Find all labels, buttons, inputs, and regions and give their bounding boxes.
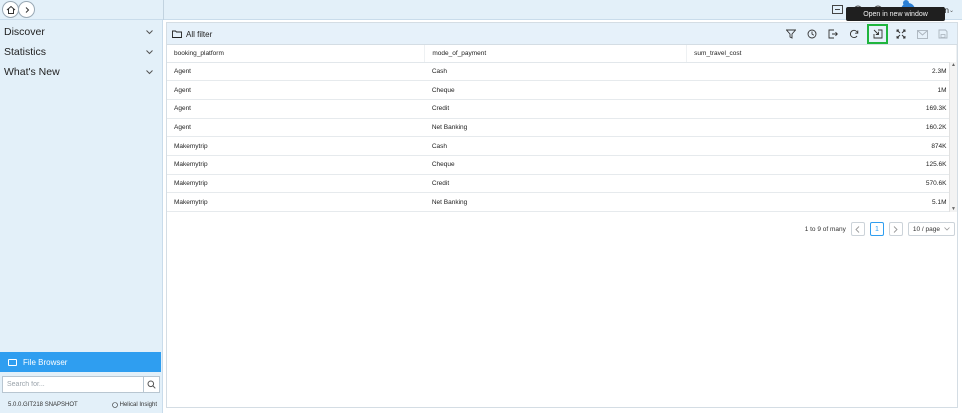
table-cell: 570.6K [686,174,957,194]
sidebar-item-statistics[interactable]: Statistics [0,43,163,61]
sidebar-footer: 5.0.0.GIT218 SNAPSHOT Helical Insight [0,398,163,412]
open-new-window-icon [873,29,882,39]
tooltip: Open in new window [846,7,945,21]
table-cell: 1M [686,80,957,100]
search-input[interactable] [2,376,144,393]
save-icon[interactable] [935,26,951,42]
brand-text: Helical Insight [119,402,157,408]
top-bar: hiadmin ⌄ [0,0,962,20]
table-row: Makemytrip Cheque 125.6K [167,155,957,175]
table-cell: Cheque [424,155,687,175]
table-cell: Makemytrip [167,174,425,194]
chevron-right-icon [894,225,899,233]
table-cell: Makemytrip [167,192,425,212]
table-cell: Agent [167,62,425,82]
page-button-current[interactable]: 1 [869,222,884,236]
data-table: booking_platform mode_of_payment sum_tra… [167,45,957,212]
main-area: All filter booking_platform mode_of_paym… [164,20,962,413]
column-header[interactable]: booking_platform [167,45,426,63]
table-cell: Net Banking [424,118,687,138]
pagination: 1 to 9 of many 1 10 / page [805,221,955,237]
panel-title: All filter [172,27,212,41]
table-row: Makemytrip Cash 874K [167,136,957,156]
chevron-down-icon [146,48,153,57]
page-size-select[interactable]: 10 / page [907,222,955,236]
vertical-scrollbar[interactable]: ▲ ▼ [949,62,957,212]
table-cell: 5.1M [686,192,957,212]
next-page-button[interactable] [888,222,903,236]
filter-icon[interactable] [783,26,799,42]
table-cell: 169.3K [686,99,957,119]
fullscreen-icon[interactable] [893,26,909,42]
prev-page-button[interactable] [850,222,865,236]
open-new-window-button[interactable] [867,24,888,44]
sidebar-item-label: Statistics [4,46,47,58]
search-icon[interactable] [144,376,160,393]
chevron-down-icon [146,28,153,37]
table-row: Agent Cash 2.3M [167,62,957,82]
home-icon[interactable] [2,1,19,18]
export-icon[interactable] [825,26,841,42]
topbar-divider [163,0,164,20]
version-text: 5.0.0.GIT218 SNAPSHOT [8,402,78,408]
table-cell: Credit [424,174,687,194]
chevron-left-icon [855,225,860,233]
table-row: Agent Net Banking 160.2K [167,118,957,138]
screen-icon[interactable] [831,3,845,17]
page-size-value: 10 / page [912,225,940,233]
table-row: Makemytrip Net Banking 5.1M [167,192,957,212]
table-cell: 125.6K [686,155,957,175]
table-cell: 2.3M [686,62,957,82]
table-cell: Agent [167,99,425,119]
report-panel: All filter booking_platform mode_of_paym… [166,22,958,408]
refresh-icon[interactable] [846,26,862,42]
copyright-icon [111,402,118,408]
file-browser-button[interactable]: File Browser [0,352,161,372]
column-header[interactable]: sum_travel_cost [686,45,957,63]
folder-icon [8,358,17,366]
chevron-down-icon[interactable]: ⌄ [949,7,954,14]
table-cell: Makemytrip [167,136,425,156]
table-cell: Cheque [424,80,687,100]
chevron-right-icon[interactable] [18,1,35,18]
sidebar-item-discover[interactable]: Discover [0,23,163,41]
notification-badge [902,0,909,6]
table-header-row: booking_platform mode_of_payment sum_tra… [167,45,957,63]
chevron-down-icon [146,68,153,77]
table-cell: 874K [686,136,957,156]
table-cell: Net Banking [424,192,687,212]
sidebar: Discover Statistics What's New File Brow… [0,20,163,413]
email-icon[interactable] [914,26,930,42]
table-cell: 160.2K [686,118,957,138]
folder-icon [172,30,182,38]
table-cell: Credit [424,99,687,119]
panel-title-text: All filter [186,29,213,39]
pagination-summary: 1 to 9 of many [804,225,846,233]
table-cell: Makemytrip [167,155,425,175]
sidebar-item-label: Discover [4,26,45,38]
table-cell: Agent [167,80,425,100]
panel-header: All filter [167,23,957,45]
history-icon[interactable] [804,26,820,42]
scroll-down-icon[interactable]: ▼ [950,206,957,212]
search-box [2,376,160,393]
table-row: Makemytrip Credit 570.6K [167,174,957,194]
scroll-up-icon[interactable]: ▲ [950,62,957,68]
sidebar-item-label: What's New [4,66,60,78]
table-row: Agent Cheque 1M [167,80,957,100]
file-browser-label: File Browser [23,357,68,367]
chevron-down-icon [944,227,950,231]
panel-toolbar [783,24,951,44]
table-cell: Agent [167,118,425,138]
table-cell: Cash [424,136,687,156]
table-row: Agent Credit 169.3K [167,99,957,119]
brand: Helical Insight [111,402,157,408]
sidebar-item-whats-new[interactable]: What's New [0,63,163,81]
table-cell: Cash [424,62,687,82]
column-header[interactable]: mode_of_payment [424,45,688,63]
